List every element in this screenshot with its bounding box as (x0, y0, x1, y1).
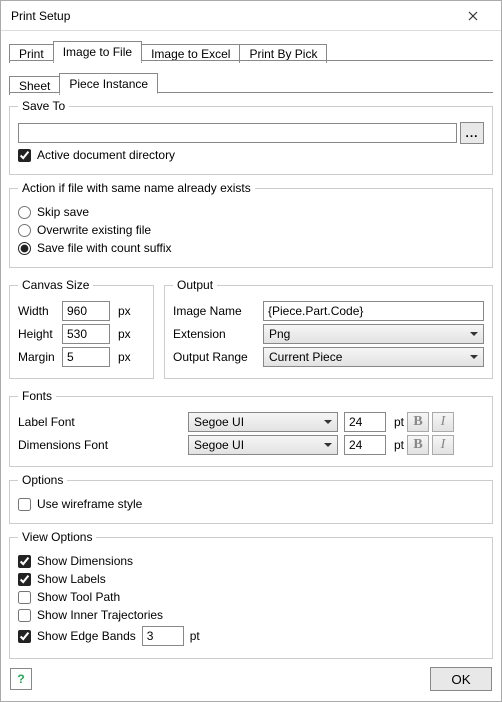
radio-overwrite[interactable] (18, 224, 31, 237)
dim-font-bold-button[interactable]: B (407, 435, 429, 455)
label-font-label: Label Font (18, 415, 188, 429)
margin-unit: px (118, 350, 131, 364)
output-legend: Output (173, 278, 217, 292)
label-font-unit: pt (394, 415, 404, 429)
extension-label: Extension (173, 327, 263, 341)
close-icon (468, 11, 478, 21)
margin-input[interactable] (62, 347, 110, 367)
show-dimensions-checkbox[interactable] (18, 555, 31, 568)
radio-count-suffix-label: Save file with count suffix (37, 241, 172, 255)
radio-skip-save-label: Skip save (37, 205, 89, 219)
image-name-label: Image Name (173, 304, 263, 318)
show-dimensions-label: Show Dimensions (37, 554, 133, 568)
extension-select[interactable] (263, 324, 484, 344)
conflict-group: Action if file with same name already ex… (9, 181, 493, 268)
label-font-size[interactable] (344, 412, 386, 432)
save-to-legend: Save To (18, 99, 69, 113)
fonts-legend: Fonts (18, 389, 56, 403)
save-to-group: Save To ... Active document directory (9, 99, 493, 175)
label-font-select[interactable] (188, 412, 338, 432)
conflict-legend: Action if file with same name already ex… (18, 181, 255, 195)
fonts-group: Fonts Label Font pt B I Dimensions Font … (9, 389, 493, 467)
active-doc-dir-label: Active document directory (37, 148, 175, 162)
save-path-input[interactable] (18, 123, 457, 143)
view-options-group: View Options Show Dimensions Show Labels… (9, 530, 493, 659)
edge-bands-value[interactable] (142, 626, 184, 646)
sub-tabs: Sheet Piece Instance (9, 69, 493, 93)
radio-skip-save[interactable] (18, 206, 31, 219)
dim-font-label: Dimensions Font (18, 438, 188, 452)
help-button[interactable]: ? (10, 668, 32, 690)
dim-font-select[interactable] (188, 435, 338, 455)
wireframe-checkbox[interactable] (18, 498, 31, 511)
output-range-label: Output Range (173, 350, 263, 364)
browse-button[interactable]: ... (460, 122, 484, 144)
options-legend: Options (18, 473, 67, 487)
width-unit: px (118, 304, 131, 318)
canvas-size-legend: Canvas Size (18, 278, 93, 292)
subtab-piece-instance[interactable]: Piece Instance (59, 73, 158, 94)
radio-count-suffix[interactable] (18, 242, 31, 255)
titlebar: Print Setup (1, 1, 501, 31)
dim-font-size[interactable] (344, 435, 386, 455)
image-name-input[interactable] (263, 301, 484, 321)
output-range-select[interactable] (263, 347, 484, 367)
show-labels-label: Show Labels (37, 572, 106, 586)
width-input[interactable] (62, 301, 110, 321)
show-edge-bands-label: Show Edge Bands (37, 629, 136, 643)
dim-font-unit: pt (394, 438, 404, 452)
show-tool-path-checkbox[interactable] (18, 591, 31, 604)
show-inner-traj-checkbox[interactable] (18, 609, 31, 622)
output-group: Output Image Name Extension Output Range (164, 278, 493, 379)
height-label: Height (18, 327, 62, 341)
dialog-footer: ? OK (0, 664, 502, 702)
ok-button[interactable]: OK (430, 667, 492, 691)
wireframe-label: Use wireframe style (37, 497, 142, 511)
show-labels-checkbox[interactable] (18, 573, 31, 586)
window-title: Print Setup (11, 9, 70, 23)
label-font-bold-button[interactable]: B (407, 412, 429, 432)
options-group: Options Use wireframe style (9, 473, 493, 524)
active-doc-dir-checkbox[interactable] (18, 149, 31, 162)
height-input[interactable] (62, 324, 110, 344)
edge-bands-unit: pt (190, 629, 200, 643)
height-unit: px (118, 327, 131, 341)
show-edge-bands-checkbox[interactable] (18, 630, 31, 643)
label-font-italic-button[interactable]: I (432, 412, 454, 432)
main-tabs: Print Image to File Image to Excel Print… (9, 37, 493, 61)
show-tool-path-label: Show Tool Path (37, 590, 120, 604)
width-label: Width (18, 304, 62, 318)
radio-overwrite-label: Overwrite existing file (37, 223, 151, 237)
view-options-legend: View Options (18, 530, 96, 544)
canvas-size-group: Canvas Size Width px Height px Margin px (9, 278, 154, 379)
show-inner-traj-label: Show Inner Trajectories (37, 608, 163, 622)
tab-image-to-file[interactable]: Image to File (53, 41, 142, 62)
margin-label: Margin (18, 350, 62, 364)
dim-font-italic-button[interactable]: I (432, 435, 454, 455)
close-button[interactable] (453, 2, 493, 30)
